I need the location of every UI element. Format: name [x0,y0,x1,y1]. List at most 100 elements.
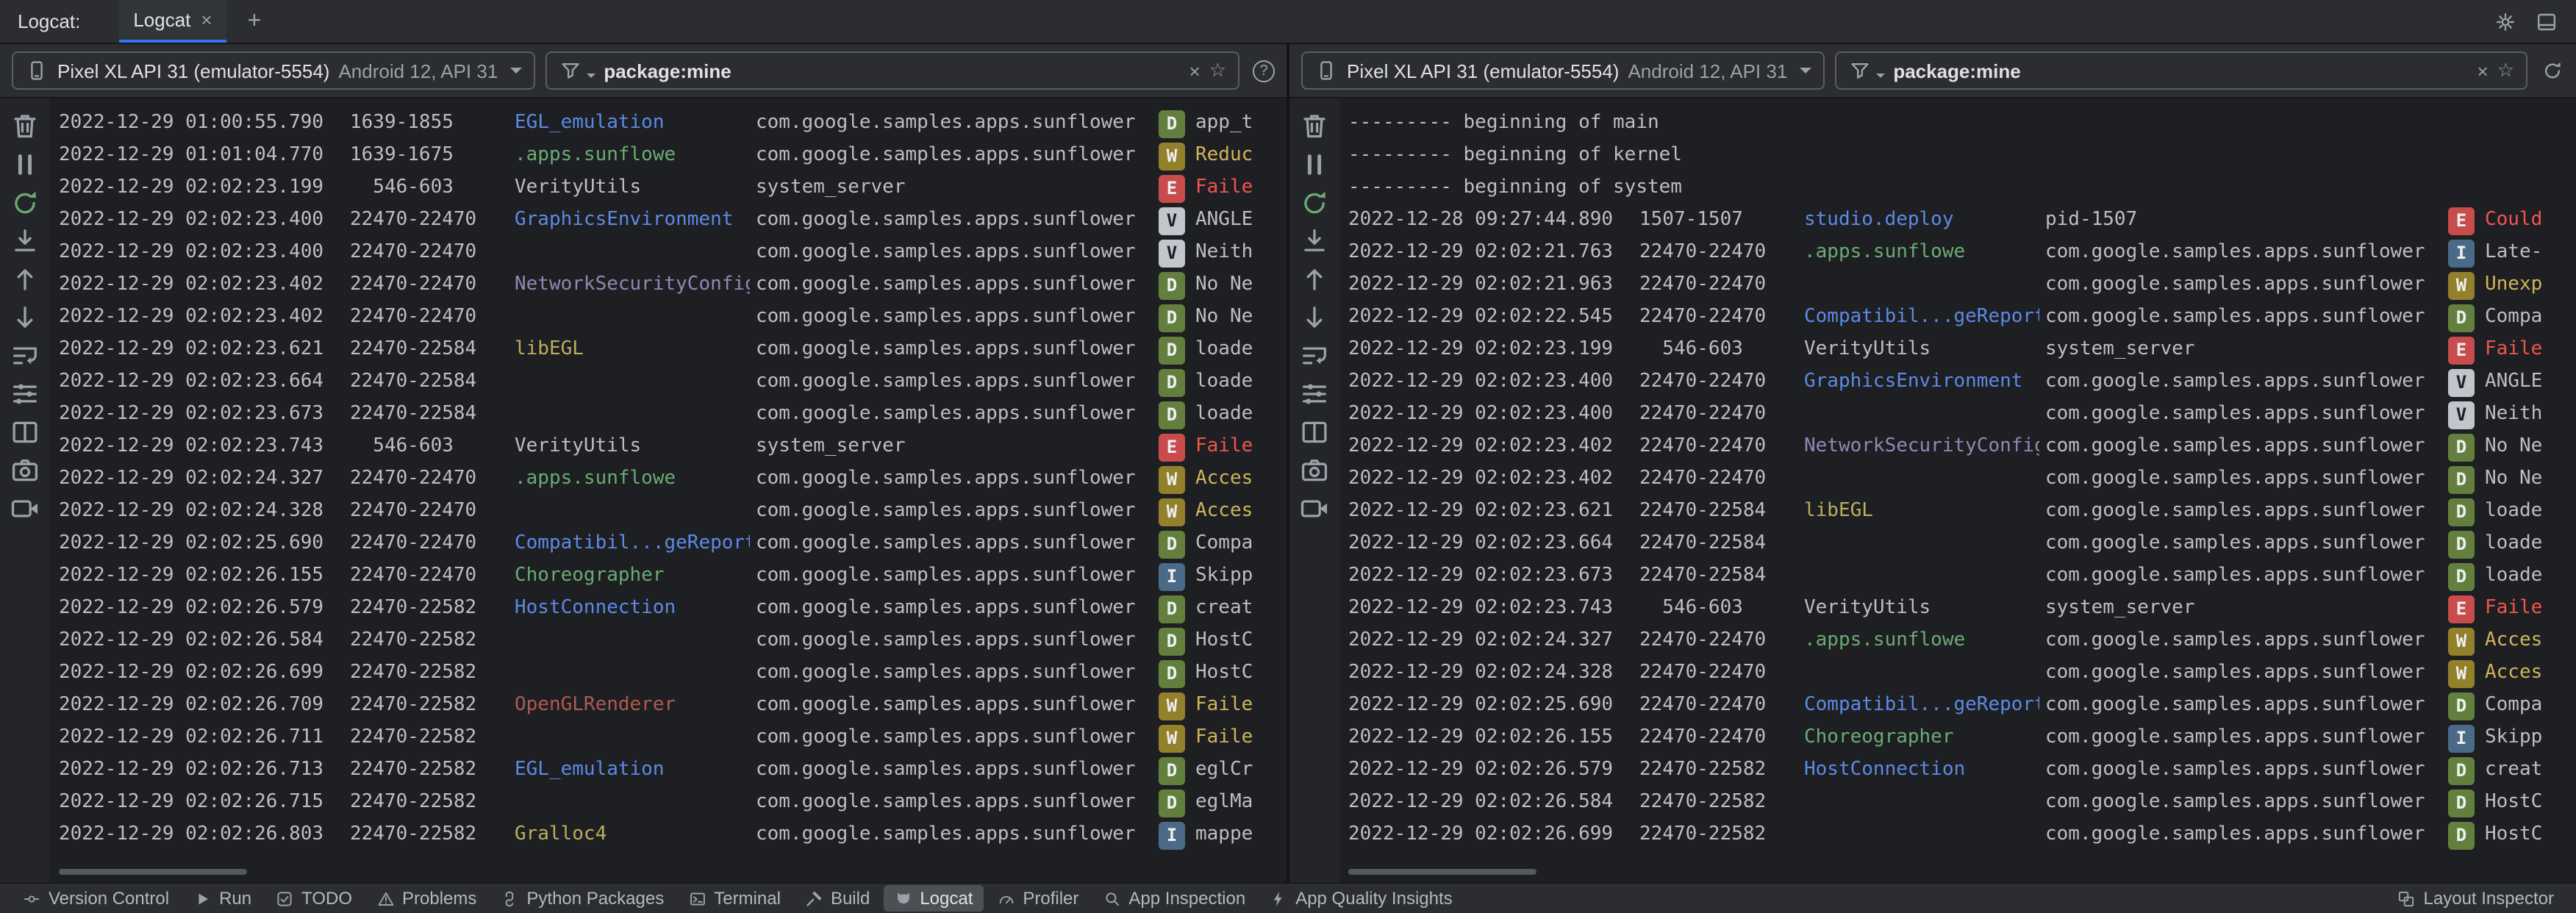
log-row[interactable]: 2022-12-29 02:02:23.402 22470-22470 com.go… [1348,463,2576,495]
log-row[interactable]: 2022-12-29 02:02:24.327 22470-22470 .apps.… [1348,625,2576,657]
log-row[interactable]: 2022-12-29 02:02:23.400 22470-22470 Graphi… [1348,366,2576,398]
log-row[interactable]: 2022-12-29 02:02:23.402 22470-22470 Networ… [1348,431,2576,463]
split-panels-icon[interactable] [9,416,41,448]
screen-record-icon[interactable] [9,493,41,525]
log-row[interactable]: 2022-12-29 02:02:23.673 22470-22584 com.go… [1348,560,2576,592]
pause-logcat-icon[interactable] [9,148,41,181]
log-row[interactable]: 2022-12-29 02:02:23.402 22470-22470 Networ… [59,269,1287,301]
log-row[interactable]: 2022-12-29 02:02:23.199 546-603 VerityUti… [59,172,1287,204]
log-row[interactable]: 2022-12-29 02:02:23.402 22470-22470 com.go… [59,301,1287,334]
log-row[interactable]: 2022-12-29 02:02:26.155 22470-22470 Choreo… [1348,722,2576,754]
log-row[interactable]: 2022-12-29 02:02:26.579 22470-22582 HostCo… [1348,754,2576,787]
previous-occurrence-icon[interactable] [1298,263,1331,296]
refresh-icon[interactable] [2541,59,2564,82]
split-panels-icon[interactable] [1298,416,1331,448]
log-row[interactable]: --------- beginning of kernel [1348,140,2576,172]
log-row[interactable]: 2022-12-29 02:02:23.621 22470-22584 libEGL… [1348,495,2576,528]
log-row[interactable]: 2022-12-29 02:02:23.673 22470-22584 com.go… [59,398,1287,431]
log-row[interactable]: 2022-12-29 02:02:26.699 22470-22582 com.go… [59,657,1287,690]
log-row[interactable]: --------- beginning of system [1348,172,2576,204]
log-row[interactable]: 2022-12-29 02:02:23.621 22470-22584 libEGL… [59,334,1287,366]
log-row[interactable]: 2022-12-29 01:01:04.770 1639-1675 .apps.su… [59,140,1287,172]
log-row[interactable]: 2022-12-29 02:02:24.327 22470-22470 .apps.… [59,463,1287,495]
device-selector[interactable]: Pixel XL API 31 (emulator-5554) Android … [12,51,535,90]
log-row[interactable]: 2022-12-29 02:02:23.743 546-603 VerityUti… [1348,592,2576,625]
log-row[interactable]: 2022-12-29 02:02:26.584 22470-22582 com.go… [59,625,1287,657]
status-item-terminal[interactable]: Terminal [677,885,791,912]
log-row[interactable]: 2022-12-29 02:02:23.199 546-603 VerityUti… [1348,334,2576,366]
status-item-todo[interactable]: TODO [265,885,362,912]
filter-input[interactable]: package:mine × ☆ [1834,51,2527,90]
close-tab-icon[interactable]: × [201,9,212,31]
clear-filter-icon[interactable]: × [2477,60,2489,82]
favorite-filter-icon[interactable]: ☆ [1209,59,1226,82]
log-row[interactable]: 2022-12-29 02:02:26.715 22470-22582 com.go… [59,787,1287,819]
log-row[interactable]: 2022-12-29 02:02:26.709 22470-22582 OpenGL… [59,690,1287,722]
log-row[interactable]: 2022-12-29 02:02:23.400 22470-22470 com.go… [1348,398,2576,431]
status-item-layout-inspector[interactable]: Layout Inspector [2387,885,2564,912]
clear-logcat-icon[interactable] [1298,110,1331,143]
log-row[interactable]: 2022-12-29 02:02:26.803 22470-22582 Grallo… [59,819,1287,851]
log-row[interactable]: 2022-12-28 09:27:44.890 1507-1507 studio.d… [1348,204,2576,237]
log-area[interactable]: --------- beginning of main --------- beg… [1339,99,2576,882]
log-row[interactable]: 2022-12-29 02:02:26.579 22470-22582 HostCo… [59,592,1287,625]
status-item-python-packages[interactable]: Python Packages [490,885,674,912]
add-tab-button[interactable]: + [239,8,271,35]
log-row[interactable]: 2022-12-29 02:02:24.328 22470-22470 com.go… [1348,657,2576,690]
log-row[interactable]: 2022-12-29 02:02:21.963 22470-22470 com.go… [1348,269,2576,301]
log-row[interactable]: 2022-12-29 02:02:23.400 22470-22470 Graphi… [59,204,1287,237]
next-occurrence-icon[interactable] [1298,301,1331,334]
status-item-run[interactable]: Run [182,885,262,912]
clear-logcat-icon[interactable] [9,110,41,143]
log-row[interactable]: 2022-12-29 02:02:25.690 22470-22470 Compat… [59,528,1287,560]
soft-wrap-icon[interactable] [1298,340,1331,372]
restart-logcat-icon[interactable] [1298,187,1331,219]
log-row[interactable]: 2022-12-29 02:02:25.690 22470-22470 Compat… [1348,690,2576,722]
clear-filter-icon[interactable]: × [1189,60,1201,82]
status-item-version-control[interactable]: Version Control [12,885,179,912]
log-row[interactable]: 2022-12-29 02:02:26.155 22470-22470 Choreo… [59,560,1287,592]
log-row[interactable]: 2022-12-29 02:02:23.664 22470-22584 com.go… [1348,528,2576,560]
status-item-build[interactable]: Build [794,885,880,912]
filter-input[interactable]: package:mine × ☆ [545,51,1239,90]
horizontal-scrollbar[interactable] [59,869,247,875]
status-item-app-quality-insights[interactable]: App Quality Insights [1259,885,1462,912]
next-occurrence-icon[interactable] [9,301,41,334]
screenshot-icon[interactable] [1298,454,1331,487]
device-selector[interactable]: Pixel XL API 31 (emulator-5554) Android … [1301,51,1825,90]
log-area[interactable]: 2022-12-29 01:00:55.790 1639-1855 EGL_emul… [50,99,1287,882]
status-item-logcat[interactable]: Logcat [883,885,984,912]
restart-logcat-icon[interactable] [9,187,41,219]
log-row[interactable]: 2022-12-29 02:02:23.743 546-603 VerityUti… [59,431,1287,463]
horizontal-scrollbar[interactable] [1348,869,1536,875]
log-row[interactable]: --------- beginning of main [1348,107,2576,140]
settings-gear-icon[interactable] [2494,10,2517,33]
log-row[interactable]: 2022-12-29 02:02:24.328 22470-22470 com.go… [59,495,1287,528]
formatting-options-icon[interactable] [9,378,41,410]
screenshot-icon[interactable] [9,454,41,487]
log-row[interactable]: 2022-12-29 02:02:22.545 22470-22470 Compat… [1348,301,2576,334]
log-row[interactable]: 2022-12-29 02:02:21.763 22470-22470 .apps.… [1348,237,2576,269]
soft-wrap-icon[interactable] [9,340,41,372]
log-row[interactable]: 2022-12-29 02:02:26.711 22470-22582 com.go… [59,722,1287,754]
log-row[interactable]: 2022-12-29 02:02:23.400 22470-22470 com.go… [59,237,1287,269]
help-icon[interactable]: ? [1253,60,1275,82]
log-row[interactable]: 2022-12-29 02:02:26.699 22470-22582 com.go… [1348,819,2576,851]
previous-occurrence-icon[interactable] [9,263,41,296]
filter-funnel-icon[interactable] [1847,59,1871,82]
tab-logcat[interactable]: Logcat × [118,0,227,43]
status-item-profiler[interactable]: Profiler [986,885,1089,912]
scroll-to-end-icon[interactable] [9,225,41,257]
log-row[interactable]: 2022-12-29 02:02:26.713 22470-22582 EGL_em… [59,754,1287,787]
screen-record-icon[interactable] [1298,493,1331,525]
log-row[interactable]: 2022-12-29 02:02:23.664 22470-22584 com.go… [59,366,1287,398]
status-item-app-inspection[interactable]: App Inspection [1092,885,1256,912]
log-row[interactable]: 2022-12-29 01:00:55.790 1639-1855 EGL_emul… [59,107,1287,140]
window-options-icon[interactable] [2535,10,2558,33]
filter-funnel-icon[interactable] [558,59,582,82]
scroll-to-end-icon[interactable] [1298,225,1331,257]
pause-logcat-icon[interactable] [1298,148,1331,181]
status-item-problems[interactable]: Problems [365,885,487,912]
formatting-options-icon[interactable] [1298,378,1331,410]
favorite-filter-icon[interactable]: ☆ [2497,59,2514,82]
